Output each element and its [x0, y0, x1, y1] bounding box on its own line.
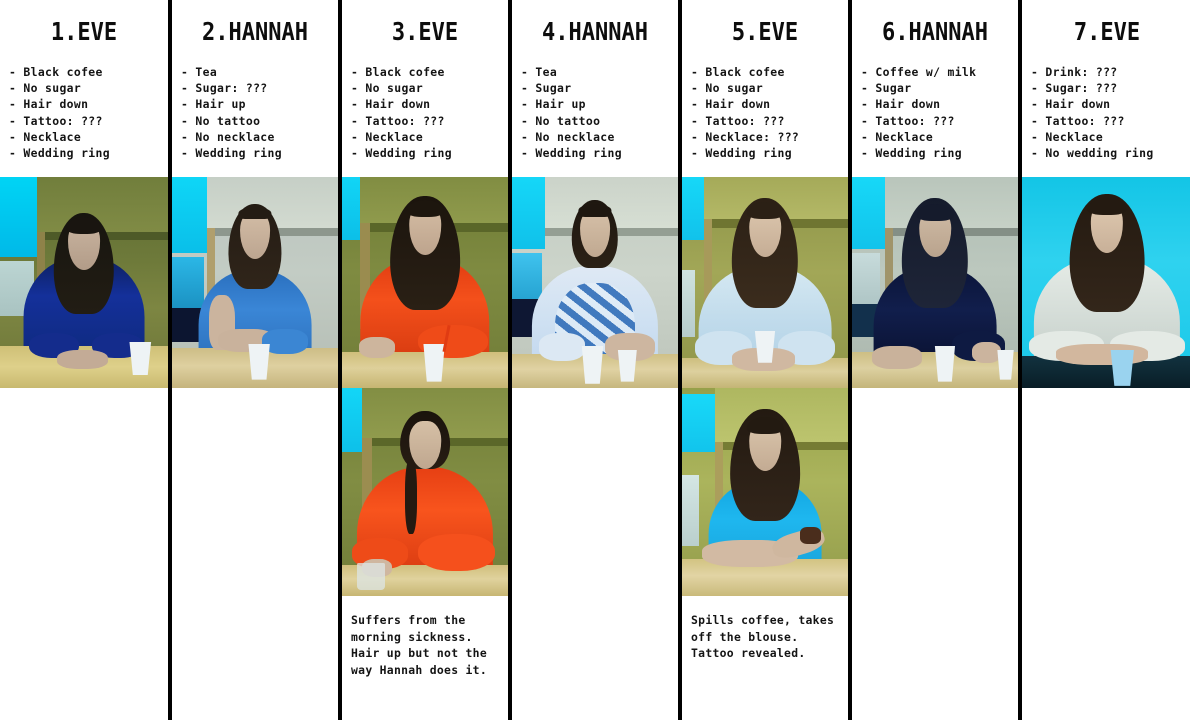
column-1-header: 1.EVE - Black cofee - No sugar - Hair do…	[0, 0, 168, 177]
column-5-title: 5.EVE	[731, 18, 799, 47]
attribute-item: - Wedding ring	[351, 146, 452, 161]
column-2-video-still	[172, 177, 338, 388]
attribute-item: - Wedding ring	[861, 146, 962, 161]
column-4-empty-area	[512, 388, 678, 720]
attribute-item: - Hair down	[351, 97, 431, 112]
column-7-attribute-list: - Drink: ??? - Sugar: ??? - Hair down - …	[1022, 64, 1190, 161]
column-2-attribute-list: - Tea - Sugar: ??? - Hair up - No tattoo…	[172, 64, 338, 161]
column-2: 2.HANNAH - Tea - Sugar: ??? - Hair up - …	[172, 0, 338, 720]
column-7-empty-area	[1022, 388, 1190, 720]
column-7-title: 7.EVE	[1073, 18, 1141, 47]
attribute-item: - Wedding ring	[691, 146, 792, 161]
column-7-video-still	[1022, 177, 1190, 388]
column-5-second-video-still	[682, 388, 848, 596]
column-1: 1.EVE - Black cofee - No sugar - Hair do…	[0, 0, 168, 720]
attribute-item: - No tattoo	[521, 113, 601, 128]
attribute-item: - Necklace: ???	[691, 129, 800, 144]
attribute-item: - Hair down	[1031, 97, 1111, 112]
attribute-item: - Wedding ring	[521, 146, 622, 161]
attribute-item: - Black cofee	[9, 65, 103, 79]
attribute-item: - Black cofee	[351, 65, 445, 79]
column-4-video-still	[512, 177, 678, 388]
attribute-item: - Tattoo: ???	[691, 113, 785, 128]
column-3-title: 3.EVE	[391, 18, 459, 47]
attribute-item: - Necklace	[1031, 129, 1104, 144]
column-3-second-video-still	[342, 388, 508, 596]
column-3: 3.EVE - Black cofee - No sugar - Hair do…	[342, 0, 508, 720]
attribute-item: - Hair up	[521, 97, 586, 112]
column-6-header: 6.HANNAH - Coffee w/ milk - Sugar - Hair…	[852, 0, 1018, 177]
attribute-item: - Tattoo: ???	[861, 113, 955, 128]
column-5-caption: Spills coffee, takes off the blouse. Tat…	[682, 596, 848, 720]
attribute-item: - Hair down	[691, 97, 771, 112]
attribute-item: - No tattoo	[181, 113, 261, 128]
column-7: 7.EVE - Drink: ??? - Sugar: ??? - Hair d…	[1022, 0, 1190, 720]
attribute-item: - Sugar: ???	[1031, 81, 1118, 96]
attribute-item: - Sugar	[521, 81, 572, 96]
column-6-attribute-list: - Coffee w/ milk - Sugar - Hair down - T…	[852, 64, 1018, 161]
column-1-title: 1.EVE	[50, 18, 118, 47]
attribute-item: - Hair up	[181, 97, 246, 112]
attribute-item: - Hair down	[9, 97, 89, 112]
attribute-item: - Tea	[521, 65, 558, 79]
attribute-item: - Black cofee	[691, 65, 785, 79]
column-6: 6.HANNAH - Coffee w/ milk - Sugar - Hair…	[852, 0, 1018, 720]
attribute-item: - No necklace	[181, 129, 275, 144]
attribute-item: - Tattoo: ???	[9, 113, 103, 128]
column-5-attribute-list: - Black cofee - No sugar - Hair down - T…	[682, 64, 848, 161]
column-6-title: 6.HANNAH	[882, 18, 988, 47]
comparison-grid: 1.EVE - Black cofee - No sugar - Hair do…	[0, 0, 1190, 720]
attribute-item: - Tea	[181, 65, 218, 79]
attribute-item: - Tattoo: ???	[1031, 113, 1125, 128]
attribute-item: - Hair down	[861, 97, 941, 112]
column-5-header: 5.EVE - Black cofee - No sugar - Hair do…	[682, 0, 848, 177]
column-1-attribute-list: - Black cofee - No sugar - Hair down - T…	[0, 64, 168, 161]
column-4: 4.HANNAH - Tea - Sugar - Hair up - No ta…	[512, 0, 678, 720]
attribute-item: - Coffee w/ milk	[861, 65, 977, 79]
attribute-item: - No necklace	[521, 129, 615, 144]
column-3-header: 3.EVE - Black cofee - No sugar - Hair do…	[342, 0, 508, 177]
attribute-item: - No wedding ring	[1031, 146, 1154, 161]
column-3-caption: Suffers from the morning sickness. Hair …	[342, 596, 508, 720]
attribute-item: - Sugar: ???	[181, 81, 268, 96]
column-3-attribute-list: - Black cofee - No sugar - Hair down - T…	[342, 64, 508, 161]
column-2-header: 2.HANNAH - Tea - Sugar: ??? - Hair up - …	[172, 0, 338, 177]
column-4-header: 4.HANNAH - Tea - Sugar - Hair up - No ta…	[512, 0, 678, 177]
attribute-item: - No sugar	[691, 81, 764, 96]
attribute-item: - Sugar	[861, 81, 912, 96]
attribute-item: - No sugar	[9, 81, 82, 96]
column-6-empty-area	[852, 388, 1018, 720]
column-1-empty-area	[0, 388, 168, 720]
column-2-empty-area	[172, 388, 338, 720]
attribute-item: - Necklace	[351, 129, 424, 144]
column-5-video-still	[682, 177, 848, 388]
attribute-item: - No sugar	[351, 81, 424, 96]
column-4-title: 4.HANNAH	[542, 18, 648, 47]
column-5: 5.EVE - Black cofee - No sugar - Hair do…	[682, 0, 848, 720]
attribute-item: - Wedding ring	[9, 146, 110, 161]
attribute-item: - Wedding ring	[181, 146, 282, 161]
column-1-video-still	[0, 177, 168, 388]
column-2-title: 2.HANNAH	[202, 18, 308, 47]
column-7-header: 7.EVE - Drink: ??? - Sugar: ??? - Hair d…	[1022, 0, 1190, 177]
attribute-item: - Necklace	[9, 129, 82, 144]
attribute-item: - Necklace	[861, 129, 934, 144]
attribute-item: - Tattoo: ???	[351, 113, 445, 128]
column-4-attribute-list: - Tea - Sugar - Hair up - No tattoo - No…	[512, 64, 678, 161]
column-3-video-still	[342, 177, 508, 388]
attribute-item: - Drink: ???	[1031, 65, 1118, 79]
column-6-video-still	[852, 177, 1018, 388]
